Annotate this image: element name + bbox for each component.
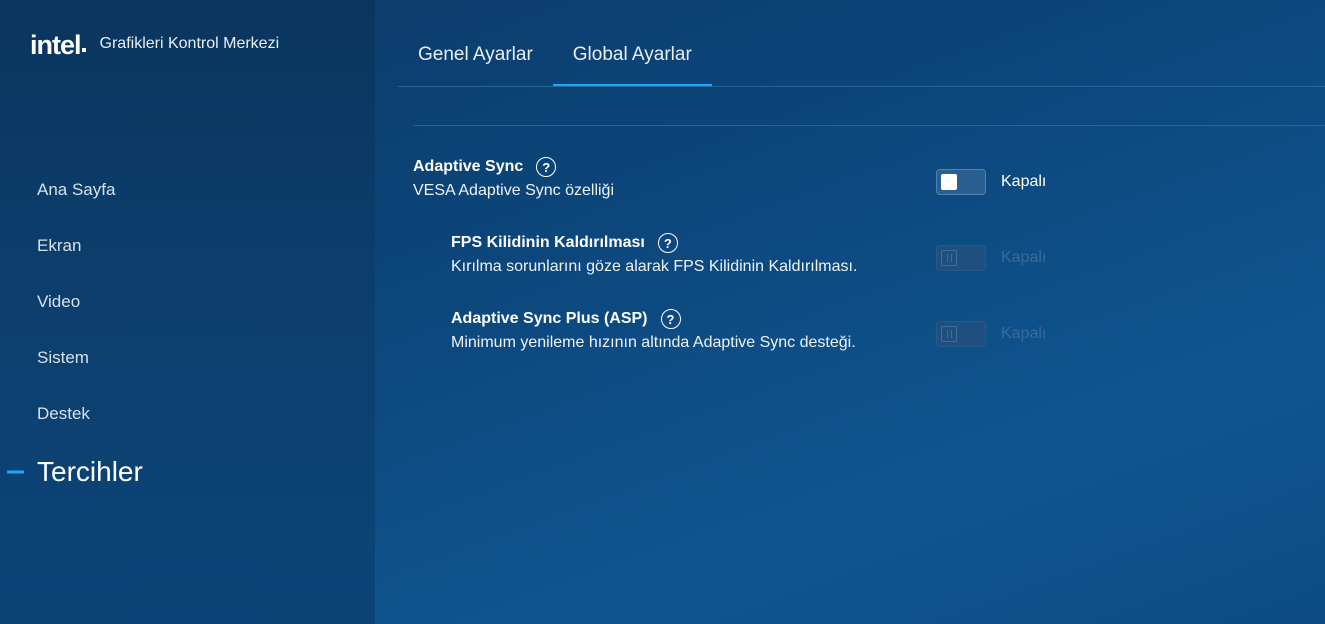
sidebar-item-label: Ana Sayfa (37, 180, 116, 199)
tab-bar: Genel Ayarlar Global Ayarlar (398, 28, 712, 87)
sidebar-item-label: Ekran (37, 236, 82, 255)
help-icon[interactable]: ? (536, 157, 557, 177)
tab-genel-ayarlar[interactable]: Genel Ayarlar (398, 28, 553, 87)
fps-unlock-toggle-group: Kapalı (936, 245, 1046, 271)
adaptive-sync-toggle-group: Kapalı (936, 169, 1046, 195)
adaptive-sync-state: Kapalı (1001, 173, 1047, 190)
intel-logo: intel (30, 30, 86, 60)
active-indicator (7, 470, 24, 474)
adaptive-sync-description: VESA Adaptive Sync özelliği (413, 182, 615, 199)
asp-toggle-group: Kapalı (936, 321, 1046, 347)
sidebar: intel Grafikleri Kontrol Merkezi Ana Say… (0, 0, 375, 624)
sidebar-item-label: Tercihler (37, 456, 143, 487)
fps-unlock-state: Kapalı (1001, 249, 1047, 266)
fps-unlock-description: Kırılma sorunlarını göze alarak FPS Kili… (451, 258, 858, 275)
section-divider (413, 125, 1325, 126)
setting-title: Adaptive Sync ? (413, 156, 614, 178)
tabs-divider (398, 86, 1325, 87)
sidebar-item-tercihler[interactable]: Tercihler (0, 442, 375, 502)
toggle-knob (941, 326, 957, 342)
asp-toggle[interactable] (936, 321, 986, 347)
sidebar-item-destek[interactable]: Destek (0, 386, 375, 442)
sidebar-item-label: Video (37, 292, 81, 311)
setting-title: Adaptive Sync Plus (ASP) ? (451, 308, 856, 330)
setting-title: FPS Kilidinin Kaldırılması ? (451, 232, 857, 254)
adaptive-sync-toggle[interactable] (936, 169, 986, 195)
sidebar-item-ana-sayfa[interactable]: Ana Sayfa (0, 162, 375, 218)
sidebar-item-sistem[interactable]: Sistem (0, 330, 375, 386)
help-icon[interactable]: ? (657, 233, 678, 253)
sidebar-item-ekran[interactable]: Ekran (0, 218, 375, 274)
asp-title: Adaptive Sync Plus (ASP) (451, 310, 648, 327)
tab-global-ayarlar[interactable]: Global Ayarlar (552, 28, 712, 87)
fps-unlock-title: FPS Kilidinin Kaldırılması (451, 234, 645, 251)
setting-fps-unlock: FPS Kilidinin Kaldırılması ? Kırılma sor… (451, 232, 857, 276)
sidebar-item-label: Destek (37, 404, 90, 423)
fps-unlock-toggle[interactable] (936, 245, 986, 271)
setting-asp: Adaptive Sync Plus (ASP) ? Minimum yenil… (451, 308, 856, 352)
help-icon[interactable]: ? (660, 309, 681, 329)
app-title: Grafikleri Kontrol Merkezi (99, 35, 280, 52)
adaptive-sync-title: Adaptive Sync (413, 158, 524, 175)
asp-state: Kapalı (1001, 325, 1047, 342)
toggle-knob (941, 174, 957, 190)
sidebar-nav: Ana Sayfa Ekran Video Sistem Destek Terc… (0, 162, 375, 502)
setting-adaptive-sync: Adaptive Sync ? VESA Adaptive Sync özell… (413, 156, 614, 200)
sidebar-item-video[interactable]: Video (0, 274, 375, 330)
brand: intel Grafikleri Kontrol Merkezi (30, 30, 279, 60)
sidebar-item-label: Sistem (37, 348, 89, 367)
asp-description: Minimum yenileme hızının altında Adaptiv… (451, 334, 856, 351)
toggle-knob (941, 250, 957, 266)
